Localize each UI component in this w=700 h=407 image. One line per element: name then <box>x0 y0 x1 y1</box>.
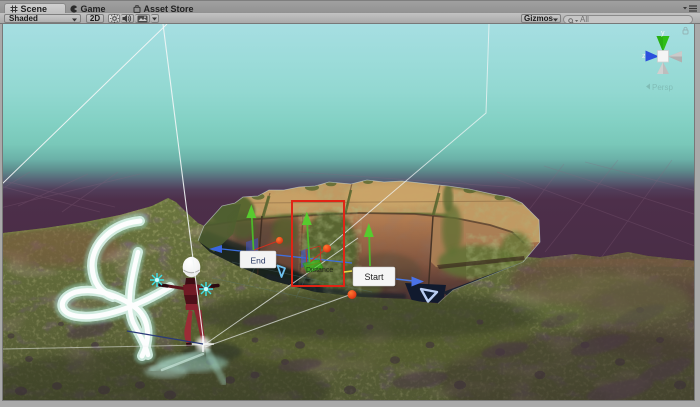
svg-text:z: z <box>642 53 646 60</box>
svg-text:Persp: Persp <box>652 83 673 92</box>
svg-text:End: End <box>250 256 265 266</box>
svg-text:Distance: Distance <box>306 267 333 274</box>
svg-text:y: y <box>661 30 665 37</box>
svg-text:Start: Start <box>364 272 384 282</box>
